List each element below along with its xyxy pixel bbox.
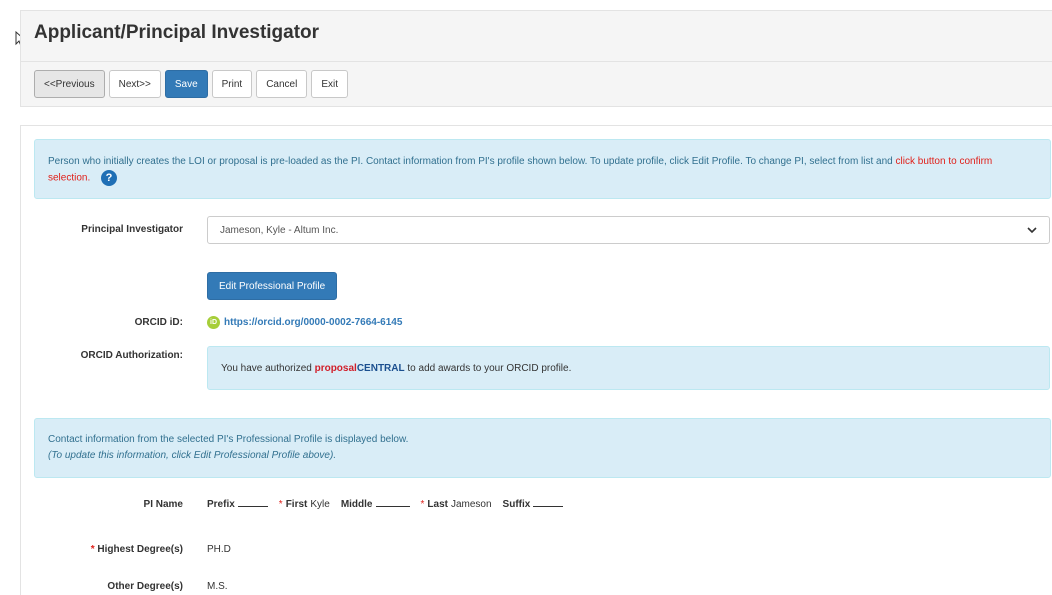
- orcid-icon: iD: [207, 316, 220, 329]
- first-name-value: Kyle: [310, 499, 330, 510]
- orcid-authorization-label: ORCID Authorization:: [80, 350, 183, 361]
- pi-name-row: Prefix * First Kyle Middle * Last Jameso…: [207, 497, 571, 510]
- highest-degree-value: PH.D: [207, 544, 231, 555]
- chevron-down-icon: [1027, 227, 1037, 234]
- prefix-value: [237, 497, 268, 507]
- highest-degree-label-text: Highest Degree(s): [97, 544, 183, 555]
- principal-investigator-select[interactable]: Jameson, Kyle - Altum Inc.: [207, 216, 1050, 244]
- middle-name-value: [375, 497, 410, 507]
- page-title: Applicant/Principal Investigator: [34, 22, 320, 43]
- toolbar: <<Previous Next>> Save Print Cancel Exit: [34, 70, 349, 98]
- other-degree-value: M.S.: [207, 581, 228, 592]
- next-button[interactable]: Next>>: [108, 70, 161, 98]
- contact-info-line2: (To update this information, click Edit …: [48, 450, 337, 461]
- prefix-label: Prefix: [207, 499, 235, 510]
- other-degree-label: Other Degree(s): [107, 581, 183, 592]
- print-button[interactable]: Print: [211, 70, 253, 98]
- contact-info-line1: Contact information from the selected PI…: [48, 434, 409, 445]
- first-name-label: First: [285, 499, 308, 510]
- orcid-auth-prefix: You have authorized: [221, 363, 315, 374]
- orcid-link[interactable]: iD https://orcid.org/0000-0002-7664-6145: [207, 316, 402, 329]
- highest-degree-label: * Highest Degree(s): [21, 544, 183, 555]
- suffix-label: Suffix: [502, 499, 531, 510]
- main-panel: Person who initially creates the LOI or …: [20, 125, 1052, 595]
- header-panel: Applicant/Principal Investigator <<Previ…: [20, 10, 1052, 107]
- header-divider: [21, 61, 1052, 62]
- orcid-authorization-box: You have authorized proposalCENTRAL to a…: [207, 346, 1050, 390]
- cancel-button[interactable]: Cancel: [256, 70, 308, 98]
- orcid-id-label: ORCID iD:: [134, 317, 183, 328]
- last-name-value: Jameson: [450, 499, 492, 510]
- middle-name-label: Middle: [340, 499, 373, 510]
- save-button[interactable]: Save: [164, 70, 208, 98]
- pi-instructions-text: Person who initially creates the LOI or …: [48, 156, 896, 167]
- orcid-url[interactable]: https://orcid.org/0000-0002-7664-6145: [224, 317, 402, 328]
- brand-proposal: proposal: [314, 363, 357, 374]
- previous-button[interactable]: <<Previous: [34, 70, 105, 98]
- orcid-auth-suffix: to add awards to your ORCID profile.: [404, 363, 572, 374]
- principal-investigator-label: Principal Investigator: [81, 224, 183, 235]
- pi-name-label: PI Name: [143, 499, 183, 510]
- principal-investigator-selected-value: Jameson, Kyle - Altum Inc.: [220, 224, 339, 236]
- required-asterisk: *: [278, 499, 283, 510]
- contact-info-alert: Contact information from the selected PI…: [34, 418, 1051, 478]
- suffix-value: [533, 497, 564, 507]
- required-asterisk: *: [420, 499, 425, 510]
- last-name-label: Last: [427, 499, 448, 510]
- exit-button[interactable]: Exit: [311, 70, 349, 98]
- edit-professional-profile-button[interactable]: Edit Professional Profile: [207, 272, 338, 300]
- brand-central: CENTRAL: [356, 363, 405, 374]
- pi-instructions-alert: Person who initially creates the LOI or …: [34, 139, 1051, 199]
- help-icon[interactable]: ?: [101, 170, 118, 186]
